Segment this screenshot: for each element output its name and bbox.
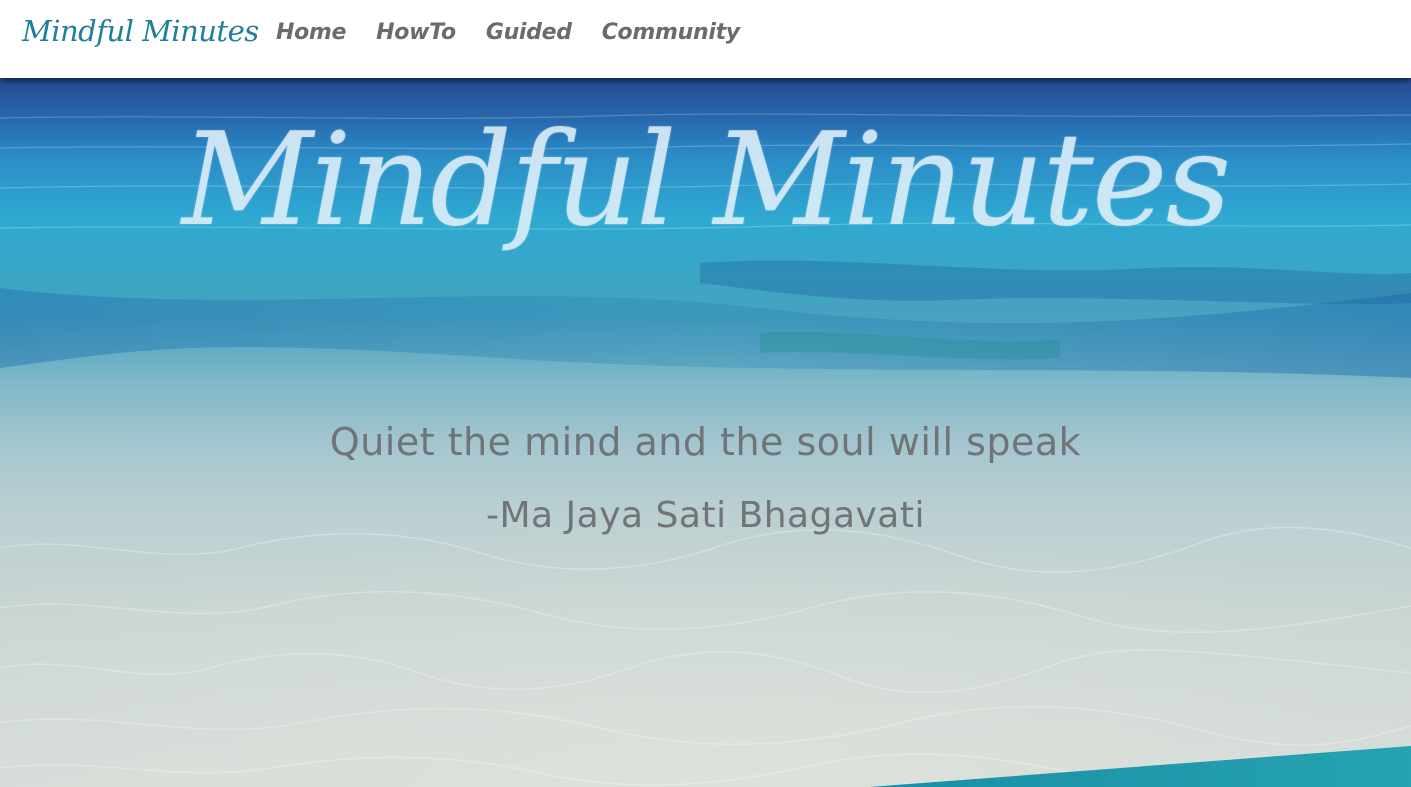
teal-accent-wedge — [870, 746, 1411, 787]
brand-logo-link[interactable]: Mindful Minutes — [22, 14, 259, 48]
hero-section: Mindful Minutes Quiet the mind and the s… — [0, 78, 1411, 787]
top-navbar: Mindful Minutes Home HowTo Guided Commun… — [0, 0, 1411, 78]
nav-link-guided[interactable]: Guided — [486, 20, 572, 45]
nav-link-community[interactable]: Community — [602, 20, 740, 45]
nav-links: Home HowTo Guided Community — [276, 20, 740, 45]
nav-link-howto[interactable]: HowTo — [376, 20, 456, 45]
nav-link-home[interactable]: Home — [276, 20, 346, 45]
